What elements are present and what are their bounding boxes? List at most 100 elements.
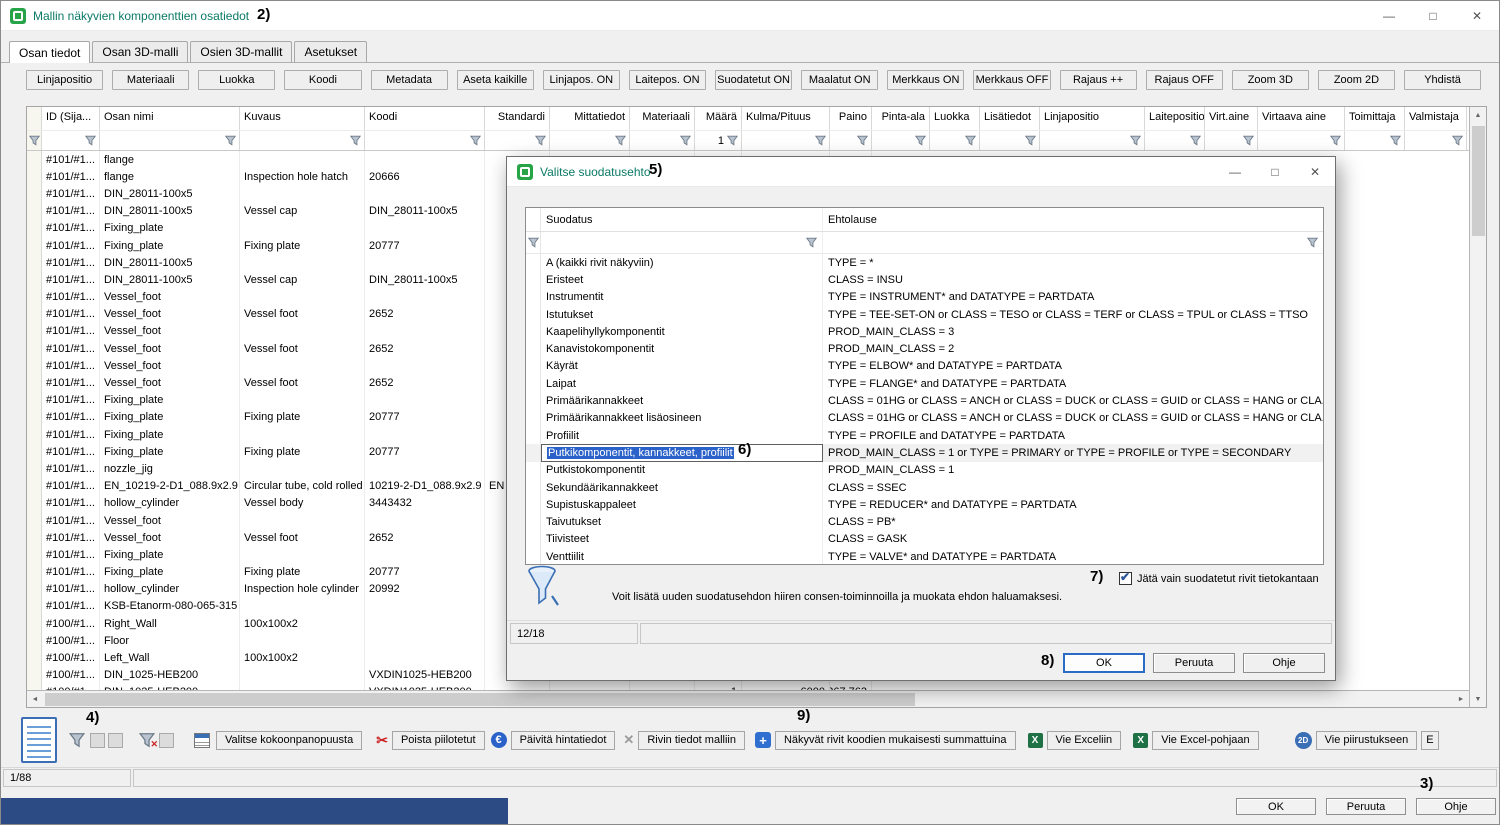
horizontal-scrollbar[interactable]: ◄ ►: [27, 690, 1469, 707]
column-filter[interactable]: [742, 131, 830, 150]
dialog-cancel-button[interactable]: Peruuta: [1153, 653, 1235, 673]
row-header-cell[interactable]: [27, 392, 42, 409]
row-header-cell[interactable]: [27, 512, 42, 529]
list-row-header[interactable]: [526, 410, 541, 427]
rows-summed-button[interactable]: Näkyvät rivit koodien mukaisesti summatt…: [775, 731, 1016, 750]
row-header-cell[interactable]: [27, 615, 42, 632]
column-filter[interactable]: [365, 131, 485, 150]
ehtolause-filter-cell[interactable]: [823, 232, 1323, 253]
column-header[interactable]: Materiaali: [630, 107, 695, 130]
column-filter[interactable]: [485, 131, 550, 150]
list-row-header[interactable]: [526, 306, 541, 323]
cancel-button[interactable]: Peruuta: [1326, 798, 1406, 815]
filter-condition-row[interactable]: Putkistokomponentit PROD_MAIN_CLASS = 1: [526, 462, 1323, 479]
filter-condition-row[interactable]: Venttiilit TYPE = VALVE* and DATATYPE = …: [526, 548, 1323, 565]
filter-condition-row[interactable]: A (kaikki rivit näkyviin) TYPE = *: [526, 254, 1323, 271]
tab[interactable]: Osan tiedot: [9, 41, 90, 63]
column-filter[interactable]: [1205, 131, 1258, 150]
filter-condition-row[interactable]: Eristeet CLASS = INSU: [526, 271, 1323, 288]
select-from-assembly-button[interactable]: Valitse kokoonpanopuusta: [216, 731, 362, 750]
row-header-cell[interactable]: [27, 495, 42, 512]
scroll-up-icon[interactable]: ▲: [1470, 107, 1486, 123]
maximize-button[interactable]: □: [1411, 1, 1455, 31]
toolbar-button[interactable]: Luokka: [198, 70, 275, 90]
filter-name-cell[interactable]: Sekundäärikannakkeet: [541, 479, 823, 496]
toolbar-button[interactable]: Koodi: [284, 70, 361, 90]
column-header[interactable]: Laitepositio: [1145, 107, 1205, 130]
filter-condition-row[interactable]: Laipat TYPE = FLANGE* and DATATYPE = PAR…: [526, 375, 1323, 392]
tab[interactable]: Asetukset: [294, 41, 367, 62]
column-header[interactable]: Linjapositio: [1040, 107, 1145, 130]
checkbox[interactable]: ✔: [1119, 572, 1132, 585]
minimize-button[interactable]: —: [1367, 1, 1411, 31]
column-header[interactable]: Paino: [830, 107, 872, 130]
clipped-edge-button[interactable]: E: [1421, 731, 1438, 750]
row-header-cell[interactable]: [27, 220, 42, 237]
filter-icon[interactable]: [69, 732, 85, 748]
row-header-cell[interactable]: [27, 151, 42, 168]
dialog-maximize-button[interactable]: □: [1255, 157, 1295, 187]
row-header-cell[interactable]: [27, 203, 42, 220]
row-header-cell[interactable]: [27, 667, 42, 684]
row-header-cell[interactable]: [27, 374, 42, 391]
column-header[interactable]: Valmistaja: [1405, 107, 1467, 130]
dialog-minimize-button[interactable]: —: [1215, 157, 1255, 187]
list-row-header[interactable]: [526, 427, 541, 444]
row-to-model-button[interactable]: Rivin tiedot malliin: [638, 731, 745, 750]
keep-filtered-checkbox-row[interactable]: ✔ Jätä vain suodatetut rivit tietokantaa…: [1119, 572, 1319, 585]
vertical-scrollbar[interactable]: ▲ ▼: [1469, 107, 1486, 707]
filter-name-cell[interactable]: Tiivisteet: [541, 531, 823, 548]
export-excel-template-button[interactable]: Vie Excel-pohjaan: [1152, 731, 1258, 750]
filter-name-cell[interactable]: Putkistokomponentit: [541, 462, 823, 479]
export-excel-button[interactable]: Vie Exceliin: [1047, 731, 1122, 750]
column-header[interactable]: Luokka: [930, 107, 980, 130]
toolbar-button[interactable]: Merkkaus ON: [887, 70, 964, 90]
list-row-header[interactable]: [526, 462, 541, 479]
row-header-cell[interactable]: [27, 460, 42, 477]
filter-name-cell[interactable]: Eristeet: [541, 271, 823, 288]
column-filter[interactable]: [42, 131, 100, 150]
column-header[interactable]: Standardi: [485, 107, 550, 130]
export-drawing-button[interactable]: Vie piirustukseen: [1316, 731, 1418, 750]
toolbar-button[interactable]: Maalatut ON: [801, 70, 878, 90]
part-list-icon[interactable]: [21, 717, 57, 763]
row-header-cell[interactable]: [27, 409, 42, 426]
filter-condition-row[interactable]: Profiilit TYPE = PROFILE and DATATYPE = …: [526, 427, 1323, 444]
column-header[interactable]: Kulma/Pituus: [742, 107, 830, 130]
column-header[interactable]: Pinta-ala: [872, 107, 930, 130]
column-header[interactable]: Osan nimi: [100, 107, 240, 130]
filter-condition-row[interactable]: Primäärikannakkeet lisäosineen CLASS = 0…: [526, 410, 1323, 427]
column-filter[interactable]: [930, 131, 980, 150]
filter-name-cell[interactable]: Laipat: [541, 375, 823, 392]
dialog-ok-button[interactable]: OK: [1063, 653, 1145, 673]
column-filter[interactable]: [240, 131, 365, 150]
filter-condition-row[interactable]: Kaapelihyllykomponentit PROD_MAIN_CLASS …: [526, 323, 1323, 340]
column-filter[interactable]: 1: [695, 131, 742, 150]
filter-condition-row[interactable]: Käyrät TYPE = ELBOW* and DATATYPE = PART…: [526, 358, 1323, 375]
filter-name-cell[interactable]: Instrumentit: [541, 289, 823, 306]
filter-name-cell[interactable]: Kanavistokomponentit: [541, 340, 823, 357]
toolbar-button[interactable]: Zoom 2D: [1318, 70, 1395, 90]
filter-name-cell[interactable]: Kaapelihyllykomponentit: [541, 323, 823, 340]
column-header[interactable]: Virt.aine: [1205, 107, 1258, 130]
list-row-header[interactable]: [526, 375, 541, 392]
list-row-header[interactable]: [526, 444, 541, 461]
column-filter[interactable]: [1258, 131, 1345, 150]
list-row-header[interactable]: [526, 340, 541, 357]
toolbar-button[interactable]: Zoom 3D: [1232, 70, 1309, 90]
filter-name-cell[interactable]: Putkikomponentit, kannakkeet, profiilit: [541, 444, 823, 461]
row-header-cell[interactable]: [27, 564, 42, 581]
tab[interactable]: Osien 3D-mallit: [190, 41, 292, 62]
filter-name-cell[interactable]: Taivutukset: [541, 513, 823, 530]
filter-condition-row[interactable]: Primäärikannakkeet CLASS = 01HG or CLASS…: [526, 392, 1323, 409]
row-header-cell[interactable]: [27, 426, 42, 443]
toolbar-button[interactable]: Merkkaus OFF: [973, 70, 1050, 90]
column-filter[interactable]: [980, 131, 1040, 150]
list-row-header[interactable]: [526, 323, 541, 340]
column-header-suodatus[interactable]: Suodatus: [541, 208, 823, 231]
list-row-header[interactable]: [526, 289, 541, 306]
column-filter[interactable]: [630, 131, 695, 150]
row-header-cell[interactable]: [27, 289, 42, 306]
row-header-cell[interactable]: [27, 340, 42, 357]
filter-name-cell[interactable]: Istutukset: [541, 306, 823, 323]
